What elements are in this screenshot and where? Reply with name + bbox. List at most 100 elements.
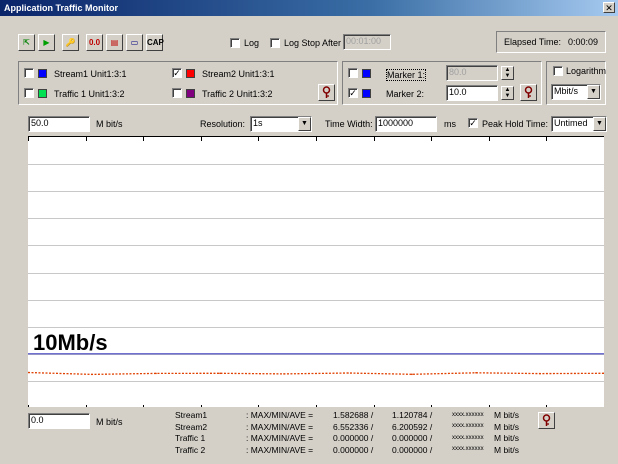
log-stop-checkbox[interactable] [270, 38, 280, 48]
monitor-button[interactable]: ▭ [126, 34, 143, 51]
chevron-down-icon: ▼ [596, 120, 603, 127]
capture-button[interactable]: CAP [146, 34, 164, 51]
scale-max-field[interactable]: 50.0 [28, 116, 90, 132]
series-point [475, 372, 477, 374]
stream-checkbox[interactable] [172, 88, 182, 98]
time-width-label: Time Width: [325, 119, 373, 129]
stat-max: 6.552336 / [333, 421, 374, 432]
play-button[interactable]: ▶ [38, 34, 55, 51]
key-button[interactable]: 🔑 [62, 34, 79, 51]
marker-color-swatch [362, 69, 371, 78]
series-point [91, 373, 93, 376]
marker-spinner[interactable]: ▲ ▼ [501, 66, 514, 80]
marker-value-field[interactable]: 80.0 [446, 65, 498, 81]
stream-color-swatch [186, 89, 195, 98]
stat-max: 1.582688 / [333, 410, 374, 420]
stat-name: Stream1 [175, 410, 208, 420]
stat-ave: xxxx.xxxxxx [452, 446, 484, 452]
zero-icon: 0.0 [88, 38, 101, 47]
spinner-down-icon: ▼ [504, 93, 511, 99]
series-point [283, 373, 285, 375]
stream-label: Traffic 1 Unit1:3:2 [54, 89, 125, 99]
peak-hold-select-arrow[interactable]: ▼ [593, 117, 606, 131]
resolution-label: Resolution: [200, 119, 246, 129]
start-button[interactable]: ⇱ [18, 34, 35, 51]
spinner-down-icon: ▼ [504, 73, 511, 79]
stream-label: Stream2 Unit1:3:1 [202, 69, 275, 79]
peak-hold-checkbox[interactable]: ✓ [468, 118, 478, 128]
time-width-unit: ms [444, 119, 456, 129]
time-width-field[interactable]: 1000000 [375, 116, 437, 132]
chevron-down-icon: ▼ [301, 120, 308, 127]
series-point [155, 372, 157, 375]
marker-checkbox[interactable]: ✓ [348, 88, 358, 98]
traffic-graph: 10Mb/s [28, 136, 604, 407]
chart-icon: ▤ [110, 38, 119, 47]
stat-ave: xxxx.xxxxxx [452, 434, 484, 441]
stream-label: Traffic 2 Unit1:3:2 [202, 89, 273, 99]
key-icon [542, 414, 551, 426]
stat-min: 1.120784 / [392, 410, 433, 420]
log-stop-label: Log Stop After [284, 38, 342, 48]
elapsed-time-label: Elapsed Time: [504, 37, 562, 47]
marker-label: Marker 1: [386, 69, 427, 81]
scale-min-unit: M bit/s [96, 417, 123, 427]
logarithm-checkbox[interactable] [553, 66, 563, 76]
scale-max-unit: M bit/s [96, 119, 123, 129]
stat-name: Traffic 1 [175, 433, 206, 443]
stat-unit: M bit/s [494, 421, 520, 432]
close-button[interactable]: ✕ [603, 2, 615, 13]
close-icon: ✕ [605, 3, 613, 13]
stat-max: 0.000000 / [333, 433, 374, 443]
log-checkbox[interactable] [230, 38, 240, 48]
stat-min: 0.000000 / [392, 444, 433, 455]
resolution-select-arrow[interactable]: ▼ [298, 117, 311, 131]
play-icon: ▶ [43, 38, 50, 47]
series-point [411, 373, 413, 376]
stat-label: : MAX/MIN/AVE = [246, 433, 314, 443]
unit-select-value: Mbit/s [554, 86, 579, 96]
toolbar: ⇱ ▶ 🔑 0.0 ▤ ▭ CAP [18, 34, 164, 52]
stream-color-swatch [38, 69, 47, 78]
log-stop-time-field[interactable]: 00:01:00 [343, 34, 391, 50]
marker-value-field[interactable]: 10.0 [446, 85, 498, 101]
marker-checkbox[interactable] [348, 68, 358, 78]
capture-icon: CAP [147, 38, 164, 47]
peak-hold-value: Untimed [554, 118, 588, 128]
chart-button[interactable]: ▤ [106, 34, 123, 51]
stat-label: : MAX/MIN/AVE = [246, 421, 314, 432]
peak-hold-label: Peak Hold Time: [482, 119, 549, 129]
stream-checkbox[interactable] [24, 68, 34, 78]
log-label: Log [244, 38, 260, 48]
series-point [347, 372, 349, 374]
stream-color-swatch [38, 89, 47, 98]
marker-spinner[interactable]: ▲ ▼ [501, 86, 514, 100]
window-title-bar[interactable]: Application Traffic Monitor [0, 0, 618, 16]
stream-checkbox[interactable]: ✓ [172, 68, 182, 78]
elapsed-time-value: 0:00:09 [568, 37, 599, 47]
stat-name: Stream2 [175, 421, 208, 432]
stat-label: : MAX/MIN/AVE = [246, 444, 314, 455]
marker-label: Marker 2: [386, 89, 425, 99]
unit-select-arrow[interactable]: ▼ [587, 85, 600, 99]
key-icon: 🔑 [65, 38, 76, 47]
monitor-icon: ▭ [130, 38, 139, 47]
stream-key-button[interactable] [318, 84, 335, 101]
marker-value-label: 10Mb/s [33, 330, 108, 355]
scale-min-field[interactable]: 0.0 [28, 413, 90, 429]
marker-key-button[interactable] [520, 84, 537, 101]
stream-checkbox[interactable] [24, 88, 34, 98]
stats-key-button[interactable] [538, 412, 555, 429]
series-point [539, 372, 541, 375]
stat-min: 0.000000 / [392, 433, 433, 443]
stat-max: 0.000000 / [333, 444, 374, 455]
zero-button[interactable]: 0.0 [86, 34, 103, 51]
key-icon [524, 86, 533, 98]
marker-color-swatch [362, 89, 371, 98]
window-title: Application Traffic Monitor [4, 3, 118, 13]
stat-unit: M bit/s [494, 444, 520, 455]
stat-unit: M bit/s [494, 410, 520, 420]
stat-ave: xxxx.xxxxxx [452, 411, 484, 418]
chevron-down-icon: ▼ [590, 88, 597, 95]
stream-label: Stream1 Unit1:3:1 [54, 69, 127, 79]
